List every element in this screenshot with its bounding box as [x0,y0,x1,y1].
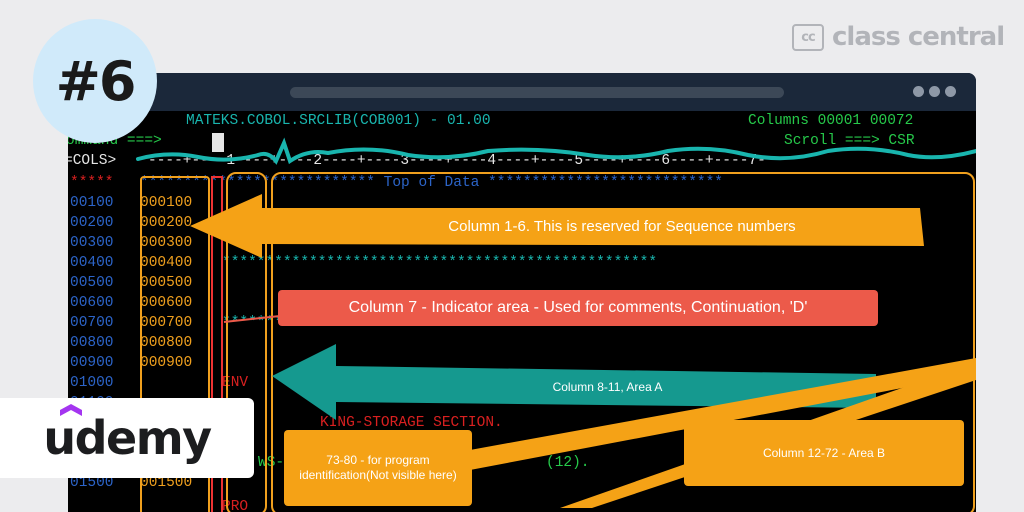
episode-badge: #6 [33,19,157,143]
program-id-callout: 73-80 - for program identification(Not v… [284,430,472,506]
udemy-logo: udemy [0,398,254,478]
indicator-pointer-line [223,315,281,323]
indicator-callout: Column 7 - Indicator area - Used for com… [278,290,878,326]
udemy-hat-icon [60,404,82,416]
udemy-wordmark: udemy [43,411,212,465]
episode-number: #6 [55,49,137,113]
area-b-callout: Column 12-72 - Area B [684,420,964,486]
sequence-callout: Column 1-6. This is reserved for Sequenc… [448,217,796,235]
area-a-callout: Column 8-11, Area A [552,380,663,394]
